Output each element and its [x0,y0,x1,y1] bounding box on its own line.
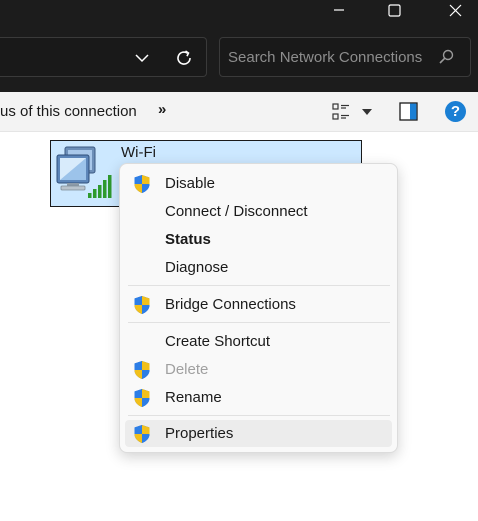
minimize-icon [333,9,344,11]
wifi-network-icon [56,146,112,198]
menu-item-label: Diagnose [165,259,229,276]
address-row [0,26,478,92]
menu-item-label: Properties [165,425,234,442]
menu-item-disable[interactable]: Disable [125,170,392,197]
help-button[interactable]: ? [445,101,466,122]
menu-item-properties[interactable]: Properties [125,420,392,447]
minimize-button[interactable] [316,0,361,20]
uac-shield-icon [134,389,150,407]
menu-item-connect-disconnect[interactable]: Connect / Disconnect [125,198,392,225]
chevron-down-icon [135,53,149,62]
more-commands-button[interactable]: » [158,101,166,118]
menu-item-label: Delete [165,361,209,378]
menu-item-delete[interactable]: Delete [125,356,392,383]
title-bar [0,0,478,26]
close-button[interactable] [433,0,478,20]
change-view-icon[interactable] [332,103,350,121]
menu-separator [128,415,390,416]
search-icon[interactable] [437,48,455,66]
search-box[interactable] [219,37,471,77]
uac-shield-icon [134,175,150,193]
menu-separator [128,322,390,323]
refresh-icon [177,50,191,65]
maximize-button[interactable] [372,0,417,20]
context-menu: Disable Connect / Disconnect Status Diag… [119,163,398,453]
view-dropdown-icon[interactable] [362,108,372,116]
uac-shield-icon [134,361,150,379]
menu-item-label: Status [165,231,211,248]
command-bar: us of this connection » ? [0,92,478,132]
address-dropdown-button[interactable] [132,50,152,66]
connection-name: Wi-Fi [121,144,156,161]
menu-item-bridge-connections[interactable]: Bridge Connections [125,291,392,318]
menu-item-label: Connect / Disconnect [165,203,308,220]
menu-item-status[interactable]: Status [125,226,392,253]
maximize-icon [388,3,401,17]
menu-item-label: Bridge Connections [165,296,296,313]
menu-item-label: Disable [165,175,216,192]
view-status-command[interactable]: us of this connection [0,103,137,120]
menu-item-rename[interactable]: Rename [125,384,392,411]
uac-shield-icon [134,425,150,443]
menu-separator [128,285,390,286]
preview-pane-icon[interactable] [399,102,418,121]
menu-item-label: Rename [165,389,222,406]
close-icon [449,4,462,16]
refresh-button[interactable] [173,47,195,69]
menu-item-diagnose[interactable]: Diagnose [125,254,392,281]
uac-shield-icon [134,296,150,314]
menu-item-create-shortcut[interactable]: Create Shortcut [125,328,392,355]
search-input[interactable] [228,46,428,68]
menu-item-label: Create Shortcut [165,333,271,350]
